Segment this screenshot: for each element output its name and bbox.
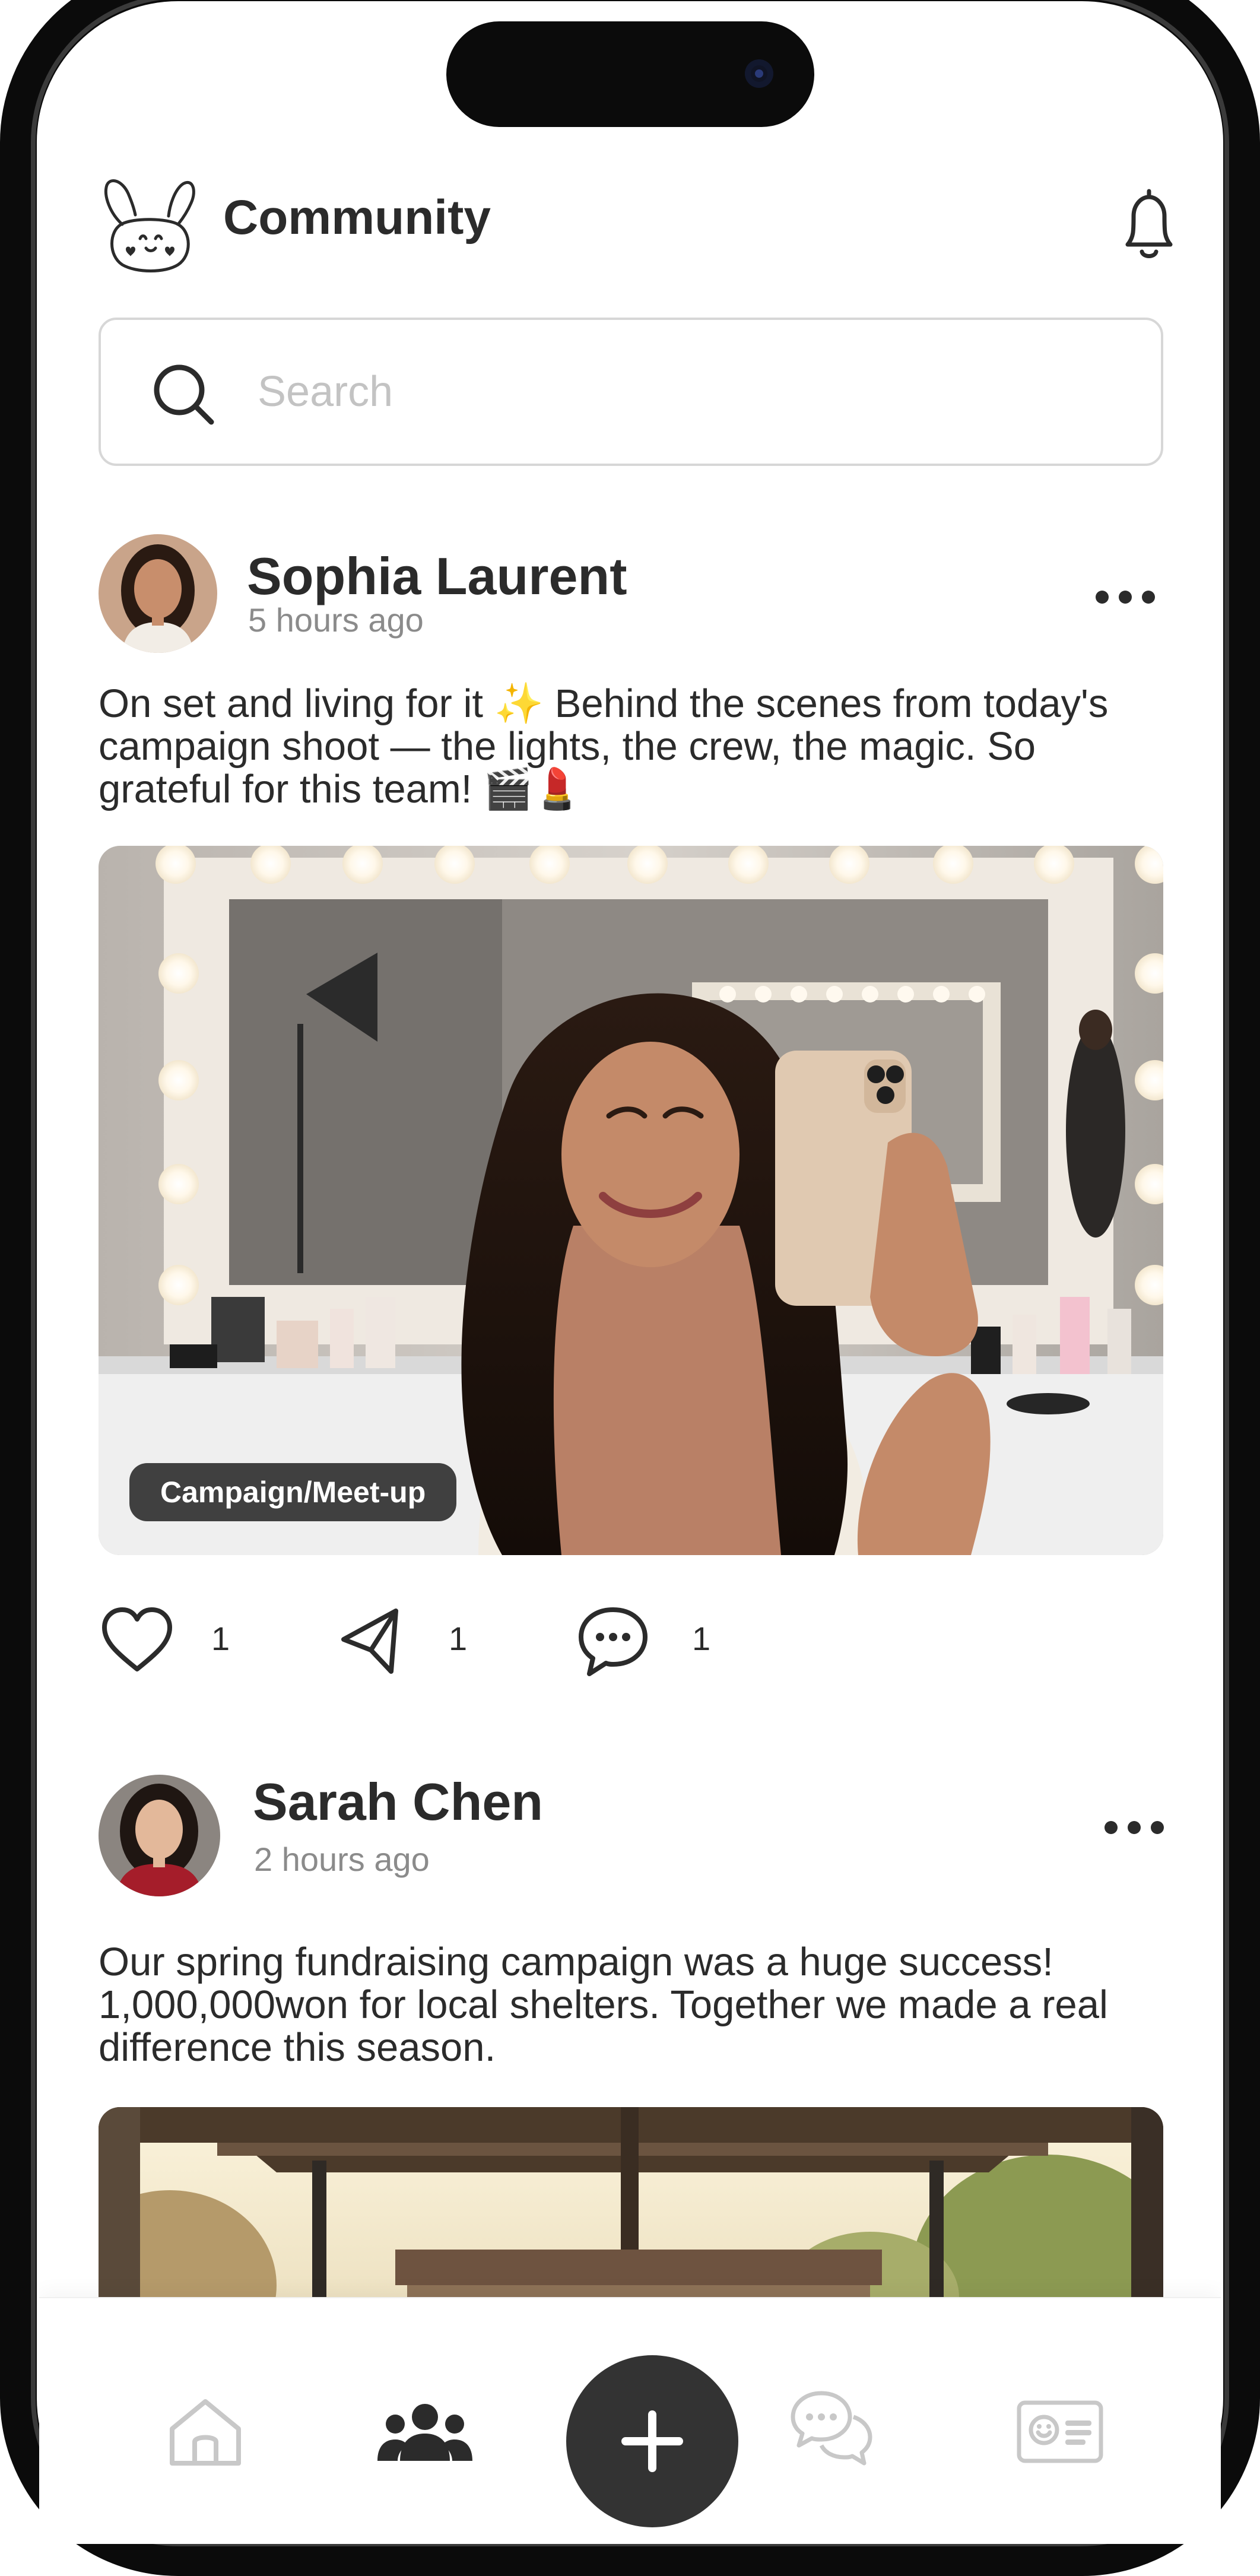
plus-icon	[621, 2410, 683, 2472]
bell-icon[interactable]	[1113, 185, 1185, 265]
share-count: 1	[449, 1620, 468, 1657]
post-card: Sarah Chen 2 hours ago Our spring fundra…	[99, 1772, 1164, 2368]
comment-icon[interactable]	[576, 1603, 650, 1680]
search-bar[interactable]	[99, 318, 1163, 466]
post-author[interactable]: Sarah Chen	[253, 1772, 543, 1832]
page-title: Community	[223, 191, 491, 245]
create-post-button[interactable]	[566, 2355, 738, 2527]
avatar[interactable]	[99, 534, 217, 653]
camera-icon	[745, 59, 773, 88]
avatar[interactable]	[99, 1775, 220, 1896]
post-author[interactable]: Sophia Laurent	[247, 546, 627, 607]
more-options-icon[interactable]	[1096, 1809, 1173, 1845]
chat-bubbles-icon[interactable]	[788, 2387, 874, 2467]
like-count: 1	[211, 1620, 230, 1657]
post-timestamp: 5 hours ago	[248, 601, 424, 639]
category-tag[interactable]: Campaign/Meet-up	[129, 1463, 457, 1521]
id-card-icon[interactable]	[1015, 2399, 1105, 2464]
search-icon	[154, 364, 214, 425]
app-header: Community	[99, 172, 1173, 279]
post-image[interactable]: Campaign/Meet-up	[99, 846, 1163, 1555]
share-icon[interactable]	[339, 1603, 404, 1680]
app-screen: Community Search Sophia Laurent 5 hours …	[39, 0, 1221, 2544]
post-timestamp: 2 hours ago	[254, 1841, 430, 1878]
post-body: Our spring fundraising campaign was a hu…	[99, 1940, 1108, 2070]
more-options-icon[interactable]	[1087, 579, 1164, 614]
home-icon[interactable]	[164, 2393, 247, 2470]
bottom-tab-bar	[39, 2297, 1221, 2544]
people-icon[interactable]	[377, 2400, 472, 2466]
post-actions: 1 1 1	[99, 1597, 989, 1686]
post-body: On set and living for it ✨ Behind the sc…	[99, 681, 1109, 811]
comment-count: 1	[692, 1620, 711, 1657]
heart-icon[interactable]	[99, 1603, 176, 1680]
post-card: Sophia Laurent 5 hours ago On set and li…	[99, 534, 1163, 1591]
bunny-logo-icon	[104, 179, 195, 272]
search-input[interactable]	[256, 356, 1090, 428]
